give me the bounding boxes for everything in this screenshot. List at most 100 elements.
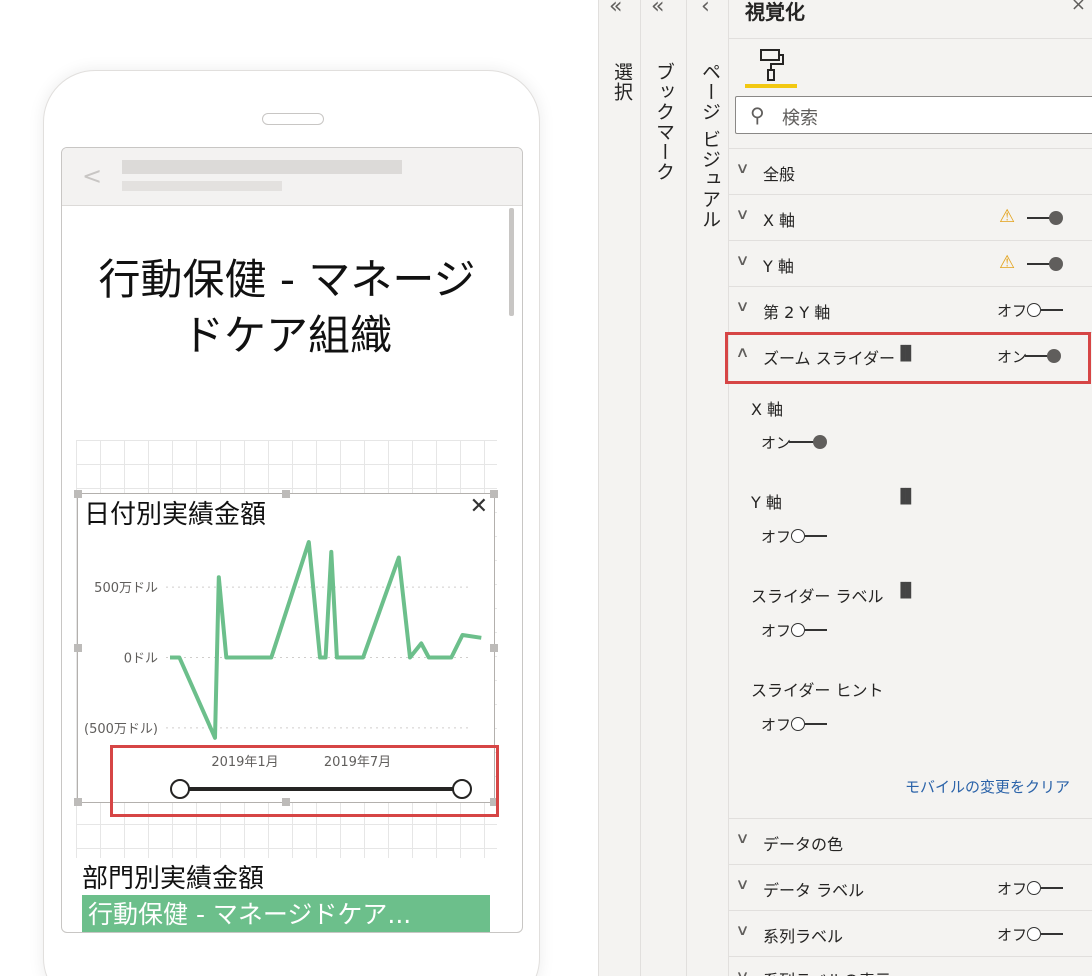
reset-mobile-changes-link[interactable]: モバイルの変更をクリア <box>905 776 1070 797</box>
mobile-chart-icon: ▐▌ <box>895 583 917 599</box>
toggle-track <box>1027 217 1051 219</box>
toggle-switch[interactable]: オフ <box>997 300 1067 320</box>
zoom-x-axis-toggle[interactable]: オン <box>761 432 831 452</box>
section-y-axis[interactable]: ∨ Y 軸 ⚠ <box>729 240 1092 286</box>
chevron-down-icon: ∨ <box>735 875 750 893</box>
selection-pane-label[interactable]: 選択 <box>609 62 636 102</box>
zoom-y-axis-label: Y 軸 <box>751 493 782 512</box>
bar-chart-bar[interactable]: 行動保健 - マネージドケア... <box>82 895 490 932</box>
toggle-knob <box>791 529 805 543</box>
toggle-switch[interactable]: オフ <box>997 924 1067 944</box>
section-label: データ ラベル <box>763 881 865 900</box>
toggle-track <box>805 535 827 537</box>
phone-speaker <box>262 113 324 125</box>
y-tick-label: (500万ドル) <box>84 722 158 737</box>
bookmarks-pane-label[interactable]: ブックマーク <box>651 62 678 182</box>
toggle-track <box>1041 933 1063 935</box>
back-chevron-icon[interactable]: ‹ <box>701 0 710 19</box>
header-placeholder-subtitle <box>122 181 282 191</box>
zoom-x-axis-label: X 軸 <box>751 400 784 419</box>
toggle-knob <box>1027 303 1041 317</box>
bookmarks-pane-collapsed[interactable]: « ブックマーク <box>640 0 686 976</box>
chevron-down-icon: ∨ <box>735 159 750 177</box>
toggle-switch[interactable] <box>1027 254 1067 272</box>
toggle-knob <box>1027 881 1041 895</box>
toggle-switch[interactable] <box>1027 208 1067 226</box>
toggle-track <box>805 723 827 725</box>
expand-chevron-icon[interactable]: « <box>609 0 622 19</box>
slider-labels-toggle[interactable]: オフ <box>761 620 831 640</box>
section-label: 第 2 Y 軸 <box>763 303 831 322</box>
section-partial[interactable]: ∨ 系列ラベルの表示 <box>729 956 1092 976</box>
slider-tooltips-label: スライダー ヒント <box>751 681 884 700</box>
section-label: Y 軸 <box>763 257 794 276</box>
app-header: < <box>62 148 522 206</box>
section-series-labels[interactable]: ∨ 系列ラベル オフ <box>729 910 1092 956</box>
back-arrow-icon[interactable]: < <box>82 162 102 190</box>
divider <box>729 38 1092 39</box>
section-secondary-y-axis[interactable]: ∨ 第 2 Y 軸 オフ <box>729 286 1092 332</box>
search-placeholder: 検索 <box>782 108 818 129</box>
search-input[interactable]: ⚲ 検索 <box>735 96 1092 134</box>
search-icon: ⚲ <box>750 103 765 127</box>
format-tab[interactable] <box>745 44 797 88</box>
y-tick-label: 500万ドル <box>94 581 158 596</box>
toggle-knob <box>1027 927 1041 941</box>
header-placeholder-title <box>122 160 402 174</box>
slider-tooltips-toggle[interactable]: オフ <box>761 714 831 734</box>
expand-chevron-icon[interactable]: « <box>651 0 664 19</box>
toggle-state: オフ <box>761 716 792 734</box>
series-line <box>170 540 482 740</box>
section-general[interactable]: ∨ 全般 <box>729 148 1092 194</box>
toggle-state: オフ <box>997 302 1028 320</box>
chevron-down-icon: ∨ <box>735 297 750 315</box>
chevron-down-icon: ∨ <box>735 205 750 223</box>
toggle-knob <box>791 623 805 637</box>
slider-labels-label: スライダー ラベル <box>751 587 884 606</box>
toggle-knob <box>1049 211 1063 225</box>
toggle-knob <box>1049 257 1063 271</box>
toggle-state: オフ <box>997 880 1028 898</box>
chevron-down-icon: ∨ <box>735 251 750 269</box>
viz-pane-title: 視覚化 <box>745 0 805 24</box>
y-tick-label: 0ドル <box>124 651 158 666</box>
page-visual-pane-collapsed[interactable]: ‹ ページ ビジュアル <box>686 0 728 976</box>
section-x-axis[interactable]: ∨ X 軸 ⚠ <box>729 194 1092 240</box>
paint-roller-icon <box>760 49 784 81</box>
zoom-slider-highlight <box>110 745 499 817</box>
zoom-y-axis-toggle[interactable]: オフ <box>761 526 831 546</box>
page-visual-pane-label[interactable]: ページ ビジュアル <box>697 62 724 229</box>
chevron-down-icon: ∨ <box>735 829 750 847</box>
toggle-track <box>1041 309 1063 311</box>
report-title: 行動保健 - マネージドケア組織 <box>98 255 476 360</box>
section-label: 系列ラベルの表示 <box>763 967 891 976</box>
section-data-colors[interactable]: ∨ データの色 <box>729 818 1092 864</box>
toggle-knob <box>791 717 805 731</box>
mobile-chart-icon: ▐▌ <box>895 489 917 505</box>
section-label: X 軸 <box>763 211 796 230</box>
warning-icon: ⚠ <box>999 206 1016 227</box>
toggle-track <box>805 629 827 631</box>
close-pane-icon[interactable]: × <box>1071 0 1086 15</box>
section-data-labels[interactable]: ∨ データ ラベル オフ <box>729 864 1092 910</box>
section-label: 全般 <box>763 165 796 184</box>
canvas-scrollbar[interactable] <box>509 208 514 316</box>
toggle-track <box>1027 263 1051 265</box>
toggle-knob <box>813 435 827 449</box>
toggle-state: オフ <box>761 528 792 546</box>
selection-pane-collapsed[interactable]: « 選択 <box>598 0 640 976</box>
phone-frame: < 行動保健 - マネージドケア組織 日付別実績金額 ✕ 500万ドル 0ドル … <box>43 70 540 976</box>
section-label: 系列ラベル <box>763 927 844 946</box>
toggle-state: オフ <box>997 926 1028 944</box>
chevron-down-icon: ∨ <box>735 921 750 939</box>
active-tab-indicator <box>745 84 797 88</box>
section-label: データの色 <box>763 835 844 854</box>
toggle-track <box>1041 887 1063 889</box>
phone-screen: < 行動保健 - マネージドケア組織 日付別実績金額 ✕ 500万ドル 0ドル … <box>61 147 523 933</box>
bar-chart-title: 部門別実績金額 <box>82 864 265 894</box>
toggle-track <box>789 441 815 443</box>
app-root: < 行動保健 - マネージドケア組織 日付別実績金額 ✕ 500万ドル 0ドル … <box>0 0 1092 976</box>
visualizations-pane: 視覚化 × ⚲ 検索 ∨ 全般 ∨ X 軸 ⚠ ∨ Y 軸 ⚠ ∨ 第 2 Y … <box>725 0 1092 976</box>
toggle-switch[interactable]: オフ <box>997 878 1067 898</box>
toggle-state: オフ <box>761 622 792 640</box>
